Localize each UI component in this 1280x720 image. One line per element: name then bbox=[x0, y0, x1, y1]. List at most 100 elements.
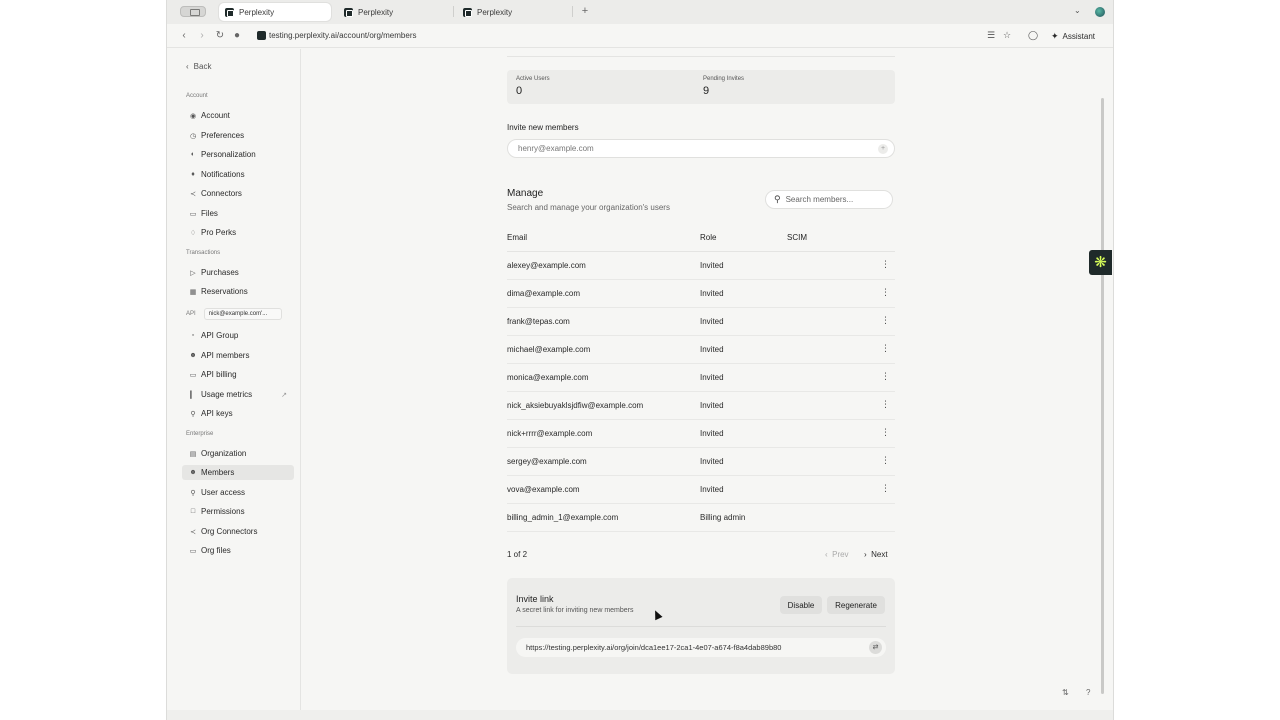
member-role: Invited bbox=[700, 289, 724, 298]
stat-value: 9 bbox=[703, 85, 710, 97]
extensions-icon[interactable]: ◯ bbox=[1028, 30, 1038, 41]
sidebar-item-personalization[interactable]: ◐ Personalization bbox=[182, 147, 294, 162]
more-options-icon[interactable]: ⋮ bbox=[881, 399, 890, 410]
sidebar-item-org-files[interactable]: ▭ Org files bbox=[182, 543, 294, 558]
sidebar-item-label: Files bbox=[201, 209, 218, 218]
member-email: vova@example.com bbox=[507, 485, 580, 494]
tab-title: Perplexity bbox=[358, 7, 394, 17]
table-header: Email Role SCIM bbox=[507, 232, 895, 252]
sidebar-item-pro-perks[interactable]: ♢ Pro Perks bbox=[182, 225, 294, 240]
sidebar-item-purchases[interactable]: ▷ Purchases bbox=[182, 265, 294, 280]
more-options-icon[interactable]: ⋮ bbox=[881, 371, 890, 382]
more-options-icon[interactable]: ⋮ bbox=[881, 343, 890, 354]
table-row: michael@example.com Invited ⋮ bbox=[507, 336, 895, 364]
sidebar-item-preferences[interactable]: ◷ Preferences bbox=[182, 128, 294, 143]
sidebar-item-account[interactable]: ◉ Account bbox=[182, 108, 294, 123]
sidebar-item-label: Usage metrics bbox=[201, 390, 253, 399]
forward-arrow-icon[interactable]: › bbox=[196, 29, 208, 43]
sidebar-item-label: API members bbox=[201, 351, 250, 360]
sidebar-toggle-icon[interactable] bbox=[180, 6, 206, 17]
org-files-icon: ▭ bbox=[189, 547, 197, 555]
address-bar[interactable]: testing.perplexity.ai/account/org/member… bbox=[269, 31, 416, 40]
tab-perplexity-2[interactable]: Perplexity bbox=[338, 3, 450, 21]
sidebar-item-organization[interactable]: ▤ Organization bbox=[182, 446, 294, 461]
extension-widget-icon[interactable]: ❋ bbox=[1089, 250, 1112, 275]
invite-link-title: Invite link bbox=[516, 594, 554, 604]
member-email: frank@tepas.com bbox=[507, 317, 570, 326]
invite-link-subtitle: A secret link for inviting new members bbox=[516, 607, 634, 614]
member-role: Invited bbox=[700, 317, 724, 326]
search-icon: ⚲ bbox=[774, 194, 781, 204]
browser-window: Perplexity Perplexity Perplexity + ⌄ ‹ ›… bbox=[166, 0, 1114, 720]
regenerate-button[interactable]: Regenerate bbox=[827, 596, 885, 614]
back-link[interactable]: ‹ Back bbox=[186, 62, 211, 71]
reload-icon[interactable]: ↻ bbox=[214, 29, 226, 43]
back-arrow-icon[interactable]: ‹ bbox=[178, 29, 190, 43]
api-account-select[interactable]: nick@example.com'... bbox=[203, 308, 282, 320]
more-options-icon[interactable]: ⋮ bbox=[881, 315, 890, 326]
more-options-icon[interactable]: ⋮ bbox=[881, 483, 890, 494]
perplexity-favicon-icon bbox=[344, 7, 353, 17]
site-settings-icon[interactable]: ☰ bbox=[987, 30, 995, 41]
member-role: Invited bbox=[700, 401, 724, 410]
sidebar-item-api-keys[interactable]: ⚲ API keys bbox=[182, 406, 294, 421]
assistant-button[interactable]: ✦ Assistant bbox=[1051, 29, 1095, 43]
microphone-icon[interactable]: ● bbox=[231, 29, 243, 43]
sidebar-item-notifications[interactable]: ♦ Notifications bbox=[182, 167, 294, 182]
billing-icon: ▭ bbox=[189, 371, 197, 379]
bookmark-star-icon[interactable]: ☆ bbox=[1003, 30, 1011, 41]
member-email: sergey@example.com bbox=[507, 457, 587, 466]
section-label-transactions: Transactions bbox=[186, 250, 221, 256]
manage-subtitle: Search and manage your organization's us… bbox=[507, 203, 670, 212]
page-scrollbar[interactable] bbox=[1101, 98, 1104, 694]
copy-link-icon[interactable]: ⇄ bbox=[869, 641, 882, 654]
member-email: monica@example.com bbox=[507, 373, 589, 382]
sidebar-item-permissions[interactable]: □ Permissions bbox=[182, 504, 294, 519]
sidebar-item-api-members[interactable]: ☻ API members bbox=[182, 348, 294, 363]
more-options-icon[interactable]: ⋮ bbox=[881, 287, 890, 298]
table-row: billing_admin_1@example.com Billing admin bbox=[507, 504, 895, 532]
more-options-icon[interactable]: ⋮ bbox=[881, 259, 890, 270]
table-row: alexey@example.com Invited ⋮ bbox=[507, 252, 895, 280]
sidebar-item-api-billing[interactable]: ▭ API billing bbox=[182, 367, 294, 382]
chevron-down-icon[interactable]: ⌄ bbox=[1074, 6, 1081, 15]
preferences-icon: ◷ bbox=[189, 132, 197, 140]
member-role: Invited bbox=[700, 485, 724, 494]
more-options-icon[interactable]: ⋮ bbox=[881, 455, 890, 466]
new-tab-button[interactable]: + bbox=[579, 5, 591, 17]
column-header-scim: SCIM bbox=[787, 233, 807, 242]
table-row: nick+rrrr@example.com Invited ⋮ bbox=[507, 420, 895, 448]
search-members-input[interactable]: ⚲ Search members... bbox=[765, 190, 893, 209]
sidebar-item-label: User access bbox=[201, 488, 246, 497]
translate-icon[interactable]: ⇅ bbox=[1062, 688, 1069, 697]
divider bbox=[507, 56, 895, 57]
sidebar-item-connectors[interactable]: ≺ Connectors bbox=[182, 186, 294, 201]
disable-button[interactable]: Disable bbox=[780, 596, 822, 614]
help-icon[interactable]: ? bbox=[1086, 688, 1090, 697]
prev-page-button[interactable]: ‹ Prev bbox=[825, 550, 849, 559]
sidebar-item-members[interactable]: ☻ Members bbox=[182, 465, 294, 480]
profile-avatar-icon[interactable] bbox=[1095, 7, 1105, 17]
sidebar-item-user-access[interactable]: ⚲ User access bbox=[182, 485, 294, 500]
sidebar-item-files[interactable]: ▭ Files bbox=[182, 206, 294, 221]
sidebar-item-org-connectors[interactable]: ≺ Org Connectors bbox=[182, 524, 294, 539]
invite-placeholder: henry@example.com bbox=[518, 144, 594, 153]
sidebar-item-usage-metrics[interactable]: ▎ Usage metrics ↗ bbox=[182, 387, 294, 402]
section-label-enterprise: Enterprise bbox=[186, 431, 214, 437]
invite-link-url: https://testing.perplexity.ai/org/join/d… bbox=[526, 643, 782, 652]
stats-card: Active Users 0 Pending Invites 9 bbox=[507, 70, 895, 104]
invite-email-input[interactable]: henry@example.com + bbox=[507, 139, 895, 158]
sidebar-item-label: API keys bbox=[201, 409, 233, 418]
tab-perplexity-3[interactable]: Perplexity bbox=[457, 3, 569, 21]
member-role: Invited bbox=[700, 429, 724, 438]
plus-icon[interactable]: + bbox=[878, 144, 888, 154]
next-page-button[interactable]: › Next bbox=[864, 550, 888, 559]
bell-icon: ♦ bbox=[191, 171, 195, 178]
sidebar-item-label: Account bbox=[201, 111, 230, 120]
invite-link-field[interactable]: https://testing.perplexity.ai/org/join/d… bbox=[516, 638, 886, 657]
tab-perplexity-1[interactable]: Perplexity bbox=[219, 3, 331, 21]
sidebar-item-api-group[interactable]: ▫ API Group bbox=[182, 328, 294, 343]
more-options-icon[interactable]: ⋮ bbox=[881, 427, 890, 438]
sidebar-item-reservations[interactable]: ▦ Reservations bbox=[182, 284, 294, 299]
api-account-row: API nick@example.com'... bbox=[186, 308, 282, 320]
